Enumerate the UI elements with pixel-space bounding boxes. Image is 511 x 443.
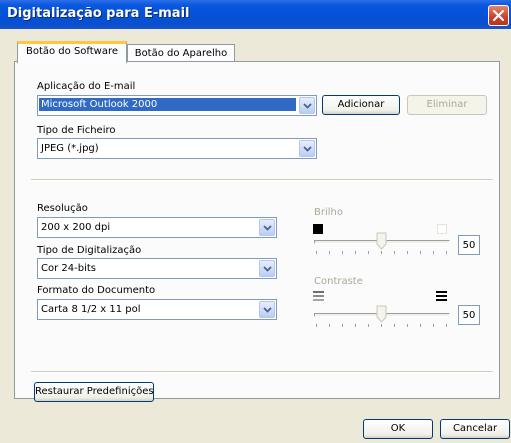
dark-square-icon <box>313 224 323 234</box>
resolution-label: Resolução <box>37 203 88 214</box>
low-contrast-icon <box>313 291 324 301</box>
contrast-ticks <box>316 324 448 328</box>
doc-size-select[interactable]: Carta 8 1/2 x 11 pol <box>37 299 277 320</box>
resolution-select[interactable]: 200 x 200 dpi <box>37 217 277 238</box>
add-button[interactable]: Adicionar <box>322 95 400 115</box>
file-type-select[interactable]: JPEG (*.jpg) <box>37 138 317 159</box>
close-button[interactable] <box>488 5 509 26</box>
contrast-label: Contraste <box>314 276 363 287</box>
chevron-down-icon <box>263 307 272 313</box>
title-bar[interactable]: Digitalização para E-mail <box>0 0 511 29</box>
window-title: Digitalização para E-mail <box>7 6 190 21</box>
scan-type-select[interactable]: Cor 24-bits <box>37 258 277 279</box>
contrast-value[interactable]: 50 <box>458 305 480 325</box>
scan-type-value: Cor 24-bits <box>41 263 96 274</box>
brightness-slider-thumb[interactable] <box>376 232 387 250</box>
doc-size-value: Carta 8 1/2 x 11 pol <box>41 304 141 315</box>
scan-type-label: Tipo de Digitalização <box>37 245 142 256</box>
high-contrast-icon <box>436 291 447 301</box>
scan-type-dropdown-button[interactable] <box>259 260 275 277</box>
dialog-window: Digitalização para E-mail Botão do Apare… <box>0 0 511 443</box>
restore-defaults-button[interactable]: Restaurar Predefinições <box>34 382 154 402</box>
email-app-value: Microsoft Outlook 2000 <box>39 98 296 111</box>
close-icon <box>492 9 505 22</box>
separator-bottom <box>31 371 493 373</box>
doc-size-dropdown-button[interactable] <box>259 301 275 318</box>
chevron-down-icon <box>303 103 312 109</box>
ok-button[interactable]: OK <box>363 419 433 439</box>
doc-size-label: Formato do Documento <box>37 285 156 296</box>
brightness-value[interactable]: 50 <box>458 235 480 255</box>
cancel-button[interactable]: Cancelar <box>440 419 510 439</box>
separator-top <box>31 179 493 181</box>
file-type-dropdown-button[interactable] <box>299 140 315 157</box>
contrast-slider-thumb[interactable] <box>376 305 387 323</box>
tab-software-button[interactable]: Botão do Software <box>17 41 127 63</box>
email-app-select[interactable]: Microsoft Outlook 2000 <box>37 95 317 116</box>
resolution-value: 200 x 200 dpi <box>41 222 111 233</box>
light-square-icon <box>437 224 447 234</box>
email-app-label: Aplicação do E-mail <box>37 81 136 92</box>
brightness-label: Brilho <box>314 207 343 218</box>
chevron-down-icon <box>263 266 272 272</box>
chevron-down-icon <box>263 225 272 231</box>
email-app-dropdown-button[interactable] <box>299 97 315 114</box>
delete-button[interactable]: Eliminar <box>407 95 487 115</box>
resolution-dropdown-button[interactable] <box>259 219 275 236</box>
file-type-label: Tipo de Ficheiro <box>37 125 116 136</box>
brightness-ticks <box>316 251 448 255</box>
chevron-down-icon <box>303 146 312 152</box>
file-type-value: JPEG (*.jpg) <box>41 143 99 154</box>
